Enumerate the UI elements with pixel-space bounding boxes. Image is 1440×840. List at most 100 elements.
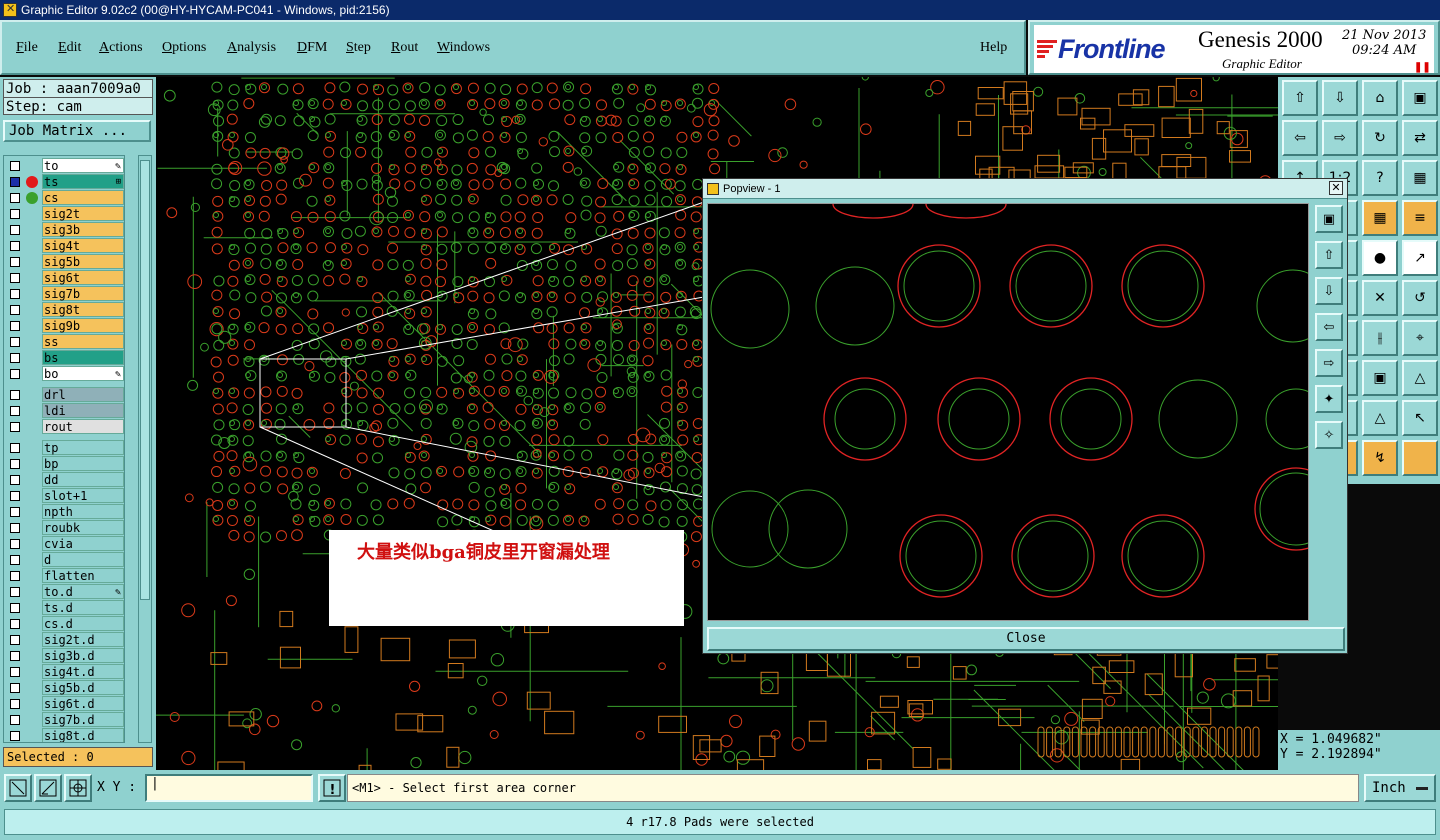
layer-row[interactable]: sig7b.d <box>4 712 124 728</box>
layer-row[interactable]: d <box>4 552 124 568</box>
layer-checkbox[interactable] <box>10 523 20 533</box>
outline-icon[interactable]: △ <box>1362 400 1398 436</box>
layer-row[interactable]: cs.d <box>4 616 124 632</box>
layer-row[interactable]: ldi <box>4 403 124 419</box>
pick-icon[interactable]: ✕ <box>1362 280 1398 316</box>
layer-name[interactable]: sig6t <box>42 270 124 285</box>
layer-row[interactable]: flatten <box>4 568 124 584</box>
layer-checkbox[interactable] <box>10 555 20 565</box>
home-icon[interactable]: ⌂ <box>1362 80 1398 116</box>
layer-checkbox[interactable] <box>10 422 20 432</box>
layer-name[interactable]: sig5b <box>42 254 124 269</box>
layer-name[interactable]: sig8t.d <box>42 728 124 742</box>
layer-checkbox[interactable] <box>10 491 20 501</box>
layer-row[interactable]: sig7b <box>4 286 124 302</box>
layer-row[interactable]: sig6t.d <box>4 696 124 712</box>
move-down-icon[interactable]: ⇩ <box>1315 277 1343 305</box>
layer-row[interactable]: slot+1 <box>4 488 124 504</box>
alert-icon[interactable]: ! <box>318 774 346 802</box>
layer-checkbox[interactable] <box>10 406 20 416</box>
layer-row[interactable]: dd <box>4 472 124 488</box>
layers-icon[interactable]: ▦ <box>1362 200 1398 236</box>
shapes-icon[interactable]: △ <box>1402 360 1438 396</box>
move-down-icon[interactable]: ⇩ <box>1322 80 1358 116</box>
menu-windows[interactable]: Windows <box>437 40 490 56</box>
layer-name[interactable]: sig4t <box>42 238 124 253</box>
zoom-in-icon[interactable]: ✦ <box>1315 385 1343 413</box>
menu-rout[interactable]: Rout <box>391 40 418 56</box>
layer-row[interactable]: to.d ✎ <box>4 584 124 600</box>
layer-row[interactable]: cs <box>4 190 124 206</box>
mirror-icon[interactable]: ⇄ <box>1402 120 1438 156</box>
layer-name[interactable]: to.d ✎ <box>42 584 124 599</box>
move-left-icon[interactable]: ⇦ <box>1315 313 1343 341</box>
arc-icon[interactable]: ⫲ <box>1362 320 1398 356</box>
layer-row[interactable]: sig8t.d <box>4 728 124 742</box>
layer-checkbox[interactable] <box>10 539 20 549</box>
menu-help[interactable]: Help <box>980 40 1007 56</box>
layer-row[interactable]: bo ✎ <box>4 366 124 382</box>
layer-checkbox[interactable] <box>10 603 20 613</box>
layer-name[interactable]: cs.d <box>42 616 124 631</box>
layer-row[interactable]: drl <box>4 387 124 403</box>
layer-checkbox[interactable] <box>10 443 20 453</box>
menu-file[interactable]: File <box>16 40 38 56</box>
layer-checkbox[interactable] <box>10 289 20 299</box>
menu-options[interactable]: Options <box>162 40 206 56</box>
layer-checkbox[interactable] <box>10 177 20 187</box>
menu-dfm[interactable]: DFM <box>297 40 327 56</box>
layer-row[interactable]: bp <box>4 456 124 472</box>
layer-row[interactable]: sig6t <box>4 270 124 286</box>
layer-name[interactable]: sig5b.d <box>42 680 124 695</box>
layer-checkbox[interactable] <box>10 337 20 347</box>
pointer-icon[interactable]: ↯ <box>1362 440 1398 476</box>
snap-grid-icon[interactable] <box>64 774 92 802</box>
layer-name[interactable]: sig9b <box>42 318 124 333</box>
layer-name[interactable]: sig8t <box>42 302 124 317</box>
layer-name[interactable]: to ✎ <box>42 158 124 173</box>
menu-actions[interactable]: Actions <box>99 40 143 56</box>
ruler-icon[interactable]: ● <box>1362 240 1398 276</box>
layer-checkbox[interactable] <box>10 273 20 283</box>
layer-name[interactable]: cvia <box>42 536 124 551</box>
layer-checkbox[interactable] <box>10 475 20 485</box>
layer-row[interactable]: tp <box>4 440 124 456</box>
pad-icon[interactable]: ↗ <box>1402 240 1438 276</box>
layer-checkbox[interactable] <box>10 715 20 725</box>
move-left-icon[interactable]: ⇦ <box>1282 120 1318 156</box>
layer-row[interactable]: npth <box>4 504 124 520</box>
layer-row[interactable]: ss <box>4 334 124 350</box>
layer-checkbox[interactable] <box>10 635 20 645</box>
layer-name[interactable]: drl <box>42 387 124 402</box>
move-right-icon[interactable]: ⇨ <box>1322 120 1358 156</box>
help-icon[interactable]: ▦ <box>1402 160 1438 196</box>
layer-row[interactable]: sig4t <box>4 238 124 254</box>
layer-name[interactable]: d <box>42 552 124 567</box>
window-split-icon[interactable]: ▣ <box>1402 80 1438 116</box>
layer-checkbox[interactable] <box>10 321 20 331</box>
layer-name[interactable]: npth <box>42 504 124 519</box>
layer-checkbox[interactable] <box>10 619 20 629</box>
layer-row[interactable]: ts ⊞ <box>4 174 124 190</box>
layer-checkbox[interactable] <box>10 209 20 219</box>
layer-row[interactable]: ts.d <box>4 600 124 616</box>
layer-name[interactable]: sig6t.d <box>42 696 124 711</box>
layer-name[interactable]: bs <box>42 350 124 365</box>
layer-checkbox[interactable] <box>10 699 20 709</box>
layer-name[interactable]: sig7b.d <box>42 712 124 727</box>
layers-icon[interactable]: ≡ <box>1402 200 1438 236</box>
zoom-area-icon[interactable] <box>4 774 32 802</box>
layer-row[interactable]: to ✎ <box>4 158 124 174</box>
layer-row[interactable]: sig2t <box>4 206 124 222</box>
layer-checkbox[interactable] <box>10 369 20 379</box>
layer-name[interactable]: ts ⊞ <box>42 174 124 189</box>
zoom-out-icon[interactable]: ✧ <box>1315 421 1343 449</box>
layer-name[interactable]: sig3b <box>42 222 124 237</box>
layer-row[interactable]: sig9b <box>4 318 124 334</box>
measure-icon[interactable] <box>34 774 62 802</box>
layer-name[interactable]: roubk <box>42 520 124 535</box>
layer-checkbox[interactable] <box>10 390 20 400</box>
layer-name[interactable]: sig2t.d <box>42 632 124 647</box>
layer-checkbox[interactable] <box>10 161 20 171</box>
layer-name[interactable]: sig3b.d <box>42 648 124 663</box>
